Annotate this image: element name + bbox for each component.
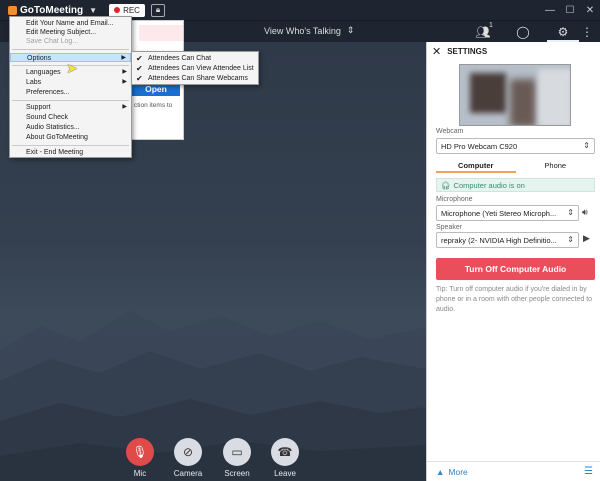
menu-item-audio-statistics[interactable]: Audio Statistics... <box>10 123 131 132</box>
chevron-updown-icon: ⇕ <box>567 208 574 217</box>
speaker-value: repraky (2- NVIDIA High Definitio... <box>441 235 557 245</box>
speaker-select[interactable]: repraky (2- NVIDIA High Definitio... ⇕ <box>436 232 579 248</box>
languages-label: Languages <box>26 69 61 76</box>
checkmark-icon: ✔ <box>136 64 143 73</box>
microphone-select[interactable]: Microphone (Yeti Stereo Microph... ⇕ <box>436 205 579 221</box>
more-button[interactable]: ▲ More <box>436 467 468 477</box>
chevron-updown-icon: ⇕ <box>583 141 590 150</box>
sliders-icon[interactable]: ☰ <box>584 466 593 477</box>
submenu-arrow-icon: ▶ <box>122 104 127 110</box>
chevron-up-icon: ▲ <box>436 466 445 477</box>
settings-title: SETTINGS <box>447 46 488 56</box>
menu-item-sound-check[interactable]: Sound Check <box>10 113 131 122</box>
app-dropdown-menu: Edit Your Name and Email... Edit Meeting… <box>9 16 132 158</box>
menu-item-labs[interactable]: Labs ▶ <box>10 78 131 87</box>
options-submenu: ✔ Attendees Can Chat ✔ Attendees Can Vie… <box>131 51 259 85</box>
menu-item-preferences[interactable]: Preferences... <box>10 88 131 97</box>
audio-tabs: Computer Phone <box>436 159 595 173</box>
attendees-chat-label: Attendees Can Chat <box>148 55 212 62</box>
menu-item-save-chat-log: Save Chat Log... <box>26 38 79 45</box>
menu-item-support[interactable]: Support ▶ <box>10 103 131 112</box>
attendees-view-list-label: Attendees Can View Attendee List <box>148 65 254 72</box>
mic-level-icon: 🔊︎ <box>582 207 588 217</box>
selected-tab-indicator <box>547 20 579 42</box>
menu-separator <box>12 145 129 146</box>
popup-banner <box>139 25 183 41</box>
submenu-item-attendees-webcams[interactable]: ✔ Attendees Can Share Webcams <box>132 74 258 83</box>
close-window-icon[interactable]: ✕ <box>580 0 600 20</box>
settings-footer: ▲ More ☰ <box>427 461 600 481</box>
submenu-arrow-icon: ▶ <box>121 55 126 61</box>
tab-computer[interactable]: Computer <box>436 159 516 173</box>
screen-label: Screen <box>224 469 250 478</box>
view-label: View Who's Talking <box>264 25 341 36</box>
camera-control[interactable]: ⊘ Camera <box>168 438 208 478</box>
app-menu-button[interactable]: GoToMeeting ▼ <box>8 5 97 16</box>
headset-icon: 🎧︎ <box>441 180 451 190</box>
mountain-background <box>0 311 426 481</box>
checkmark-icon: ✔ <box>136 54 143 63</box>
menu-separator <box>12 49 129 50</box>
close-icon[interactable]: ✕ <box>432 45 441 58</box>
leave-control[interactable]: ☎ Leave <box>265 438 305 478</box>
play-test-icon[interactable]: ▶ <box>583 233 590 244</box>
app-name: GoToMeeting <box>20 4 84 16</box>
microphone-label: Microphone <box>436 196 473 203</box>
labs-label: Labs <box>26 79 42 86</box>
rec-label: REC <box>123 5 140 15</box>
webcam-label: Webcam <box>436 128 464 135</box>
submenu-arrow-icon: ▶ <box>122 79 127 85</box>
mic-muted-icon[interactable]: 🎙︎ <box>126 438 154 466</box>
webcam-value: HD Pro Webcam C920 <box>441 141 518 151</box>
menu-item-edit-name[interactable]: Edit Your Name and Email... <box>10 19 131 28</box>
maximize-icon[interactable]: ☐ <box>560 0 580 20</box>
webcam-select[interactable]: HD Pro Webcam C920 ⇕ <box>436 138 595 154</box>
submenu-item-attendees-view-list[interactable]: ✔ Attendees Can View Attendee List <box>132 64 258 73</box>
camera-off-icon[interactable]: ⊘ <box>174 438 202 466</box>
phone-hangup-icon[interactable]: ☎ <box>271 438 299 466</box>
minimize-icon[interactable]: — <box>540 0 560 20</box>
tab-phone[interactable]: Phone <box>516 159 596 173</box>
people-count: 1 <box>489 22 493 29</box>
menu-item-about[interactable]: About GoToMeeting <box>10 133 131 142</box>
submenu-arrow-icon: ▶ <box>122 69 127 75</box>
checkmark-icon: ✔ <box>136 74 143 83</box>
menu-item-exit[interactable]: Exit - End Meeting <box>10 148 131 157</box>
screen-share-icon[interactable]: ▭ <box>223 438 251 466</box>
up-down-chevron-icon: ⇕ <box>346 25 355 35</box>
chevron-down-icon: ▼ <box>89 5 98 15</box>
mic-label: Mic <box>133 469 147 478</box>
chevron-updown-icon: ⇕ <box>567 235 574 244</box>
options-label: Options <box>27 55 52 62</box>
chat-icon[interactable]: ◯ <box>514 23 532 41</box>
record-dot-icon <box>114 7 121 13</box>
mouse-cursor-icon: ➤ <box>66 60 78 76</box>
more-label: More <box>448 466 468 477</box>
attendees-webcams-label: Attendees Can Share Webcams <box>148 75 248 82</box>
audio-tip: Tip: Turn off computer audio if you're d… <box>436 286 593 313</box>
settings-header: ✕ SETTINGS <box>427 42 600 60</box>
view-selector[interactable]: View Who's Talking ⇕ <box>264 25 354 36</box>
support-label: Support <box>26 104 51 111</box>
popup-text: ction items to <box>134 102 173 109</box>
mic-control[interactable]: 🎙︎ Mic <box>120 438 160 478</box>
record-button[interactable]: REC <box>109 3 145 17</box>
audio-status-banner: 🎧︎ Computer audio is on <box>436 178 595 192</box>
screen-control[interactable]: ▭ Screen <box>217 438 257 478</box>
microphone-value: Microphone (Yeti Stereo Microph... <box>441 208 557 218</box>
more-vertical-icon[interactable]: ⋮ <box>578 23 596 41</box>
settings-panel: ✕ SETTINGS Webcam HD Pro Webcam C920 ⇕ C… <box>426 42 600 481</box>
lock-icon[interactable]: 🔒︎ <box>150 3 165 17</box>
turn-off-audio-button[interactable]: Turn Off Computer Audio <box>436 258 595 280</box>
menu-item-edit-subject[interactable]: Edit Meeting Subject... <box>10 28 131 37</box>
window-controls: — ☐ ✕ <box>540 0 600 20</box>
speaker-label: Speaker <box>436 224 463 231</box>
webcam-preview <box>459 64 571 126</box>
submenu-item-attendees-chat[interactable]: ✔ Attendees Can Chat <box>132 54 258 63</box>
camera-label: Camera <box>173 469 203 478</box>
leave-label: Leave <box>274 469 296 478</box>
menu-separator <box>12 100 129 101</box>
gotomeeting-logo-icon <box>8 5 17 15</box>
audio-status: Computer audio is on <box>453 180 525 190</box>
